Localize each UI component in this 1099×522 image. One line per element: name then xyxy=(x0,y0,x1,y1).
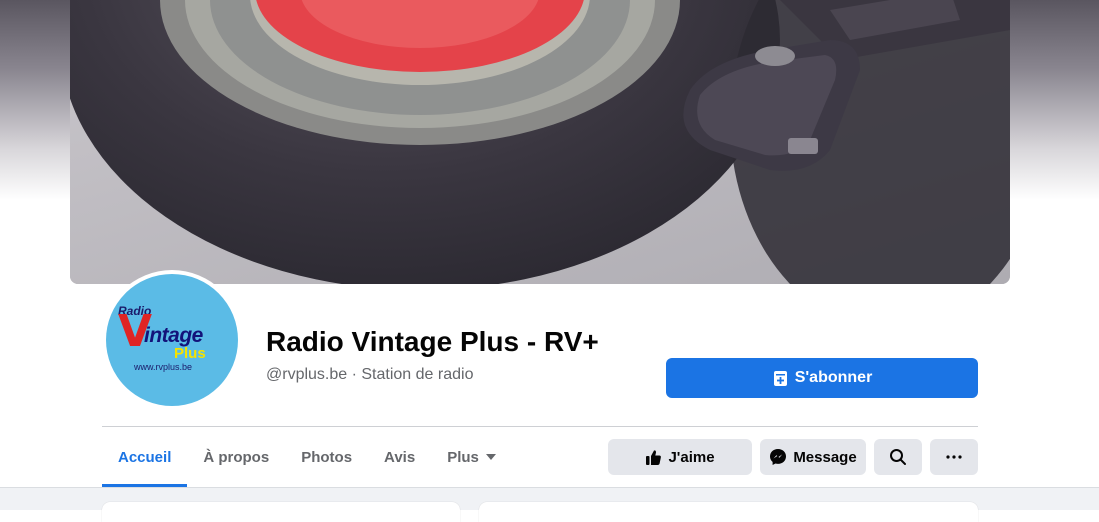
tab-label: Accueil xyxy=(118,448,172,466)
subscribe-button[interactable]: S'abonner xyxy=(666,358,978,398)
tab-accueil[interactable]: Accueil xyxy=(102,427,188,487)
tab-label: Photos xyxy=(301,448,353,466)
tab-label: Avis xyxy=(384,448,416,466)
page-title: Radio Vintage Plus - RV+ xyxy=(266,326,599,357)
thumbs-up-icon xyxy=(645,449,662,466)
caret-down-icon xyxy=(485,453,497,461)
tab-label: Plus xyxy=(447,448,479,466)
posts-card xyxy=(479,502,978,522)
logo-plus-text: Plus xyxy=(174,345,206,362)
messenger-icon xyxy=(769,448,787,466)
tab-a-propos[interactable]: À propos xyxy=(187,427,285,487)
more-options-button[interactable] xyxy=(930,439,978,475)
page-tabs: Accueil À propos Photos Avis Plus xyxy=(102,427,513,487)
tab-plus[interactable]: Plus xyxy=(431,427,513,487)
add-to-feed-icon xyxy=(772,370,789,387)
cover-record-player-image xyxy=(70,0,1010,284)
tab-avis[interactable]: Avis xyxy=(368,427,431,487)
search-icon xyxy=(889,448,907,466)
tab-label: À propos xyxy=(203,448,270,466)
profile-picture[interactable]: Radio V intage Plus www.rvplus.be xyxy=(106,274,238,406)
intro-card xyxy=(102,502,460,522)
ellipsis-icon xyxy=(946,455,962,459)
logo-url-text: www.rvplus.be xyxy=(134,362,193,372)
page-handle-category: @rvplus.be · Station de radio xyxy=(266,366,474,383)
subscribe-label: S'abonner xyxy=(794,369,873,386)
message-button[interactable]: Message xyxy=(760,439,866,475)
like-button[interactable]: J'aime xyxy=(608,439,752,475)
message-label: Message xyxy=(793,448,857,466)
search-button[interactable] xyxy=(874,439,922,475)
cover-photo[interactable] xyxy=(70,0,1010,284)
like-label: J'aime xyxy=(668,448,715,466)
tab-photos[interactable]: Photos xyxy=(285,427,368,487)
